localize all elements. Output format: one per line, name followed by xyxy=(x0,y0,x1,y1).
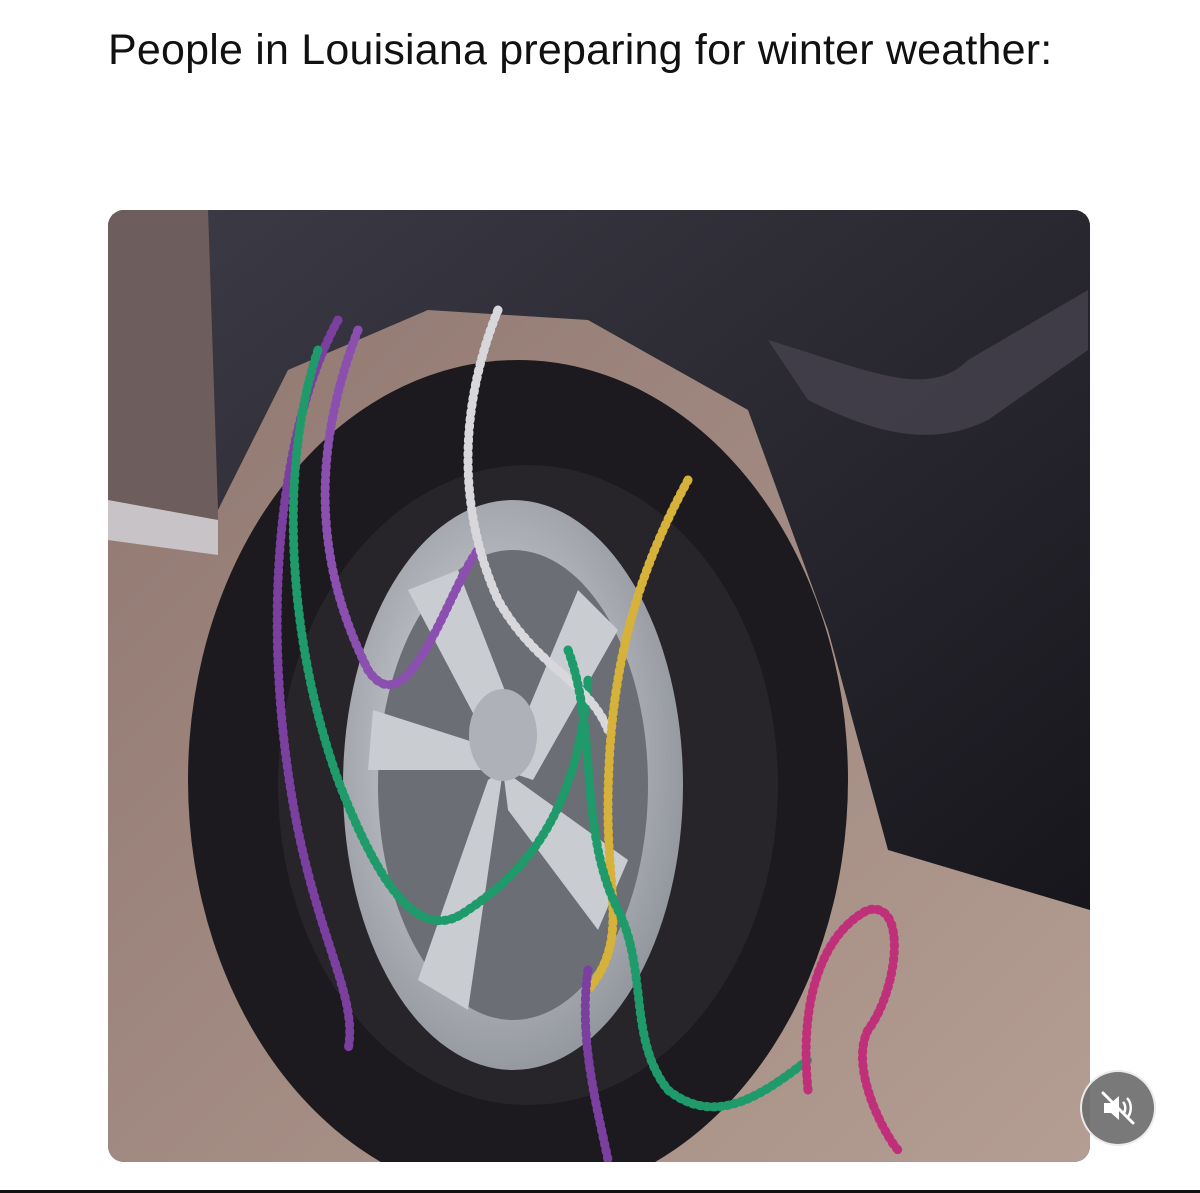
truck-wheel-with-beads-photo xyxy=(108,210,1090,1162)
meme-post: People in Louisiana preparing for winter… xyxy=(0,0,1200,1193)
mute-button[interactable] xyxy=(1080,1070,1156,1146)
wheel-hub xyxy=(469,689,537,781)
post-caption: People in Louisiana preparing for winter… xyxy=(108,26,1053,74)
speaker-muted-icon xyxy=(1101,1091,1135,1125)
post-media-image[interactable] xyxy=(108,210,1090,1162)
truck-side-step xyxy=(108,210,218,550)
